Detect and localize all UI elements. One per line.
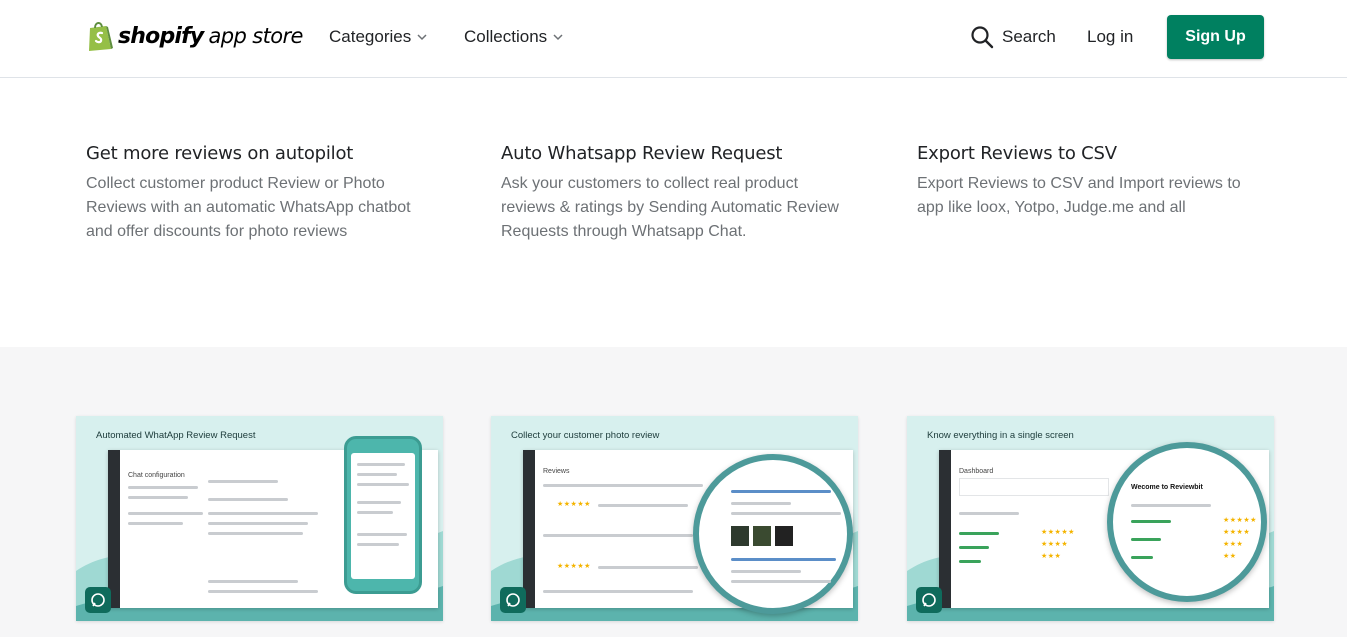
app-sidebar — [939, 450, 951, 608]
chevron-down-icon — [553, 33, 563, 40]
rating-stars: ★★★ — [1041, 553, 1062, 560]
placeholder-line — [208, 512, 318, 515]
nav-categories[interactable]: Categories — [329, 27, 427, 47]
placeholder-line — [208, 590, 318, 593]
login-link[interactable]: Log in — [1087, 27, 1133, 47]
placeholder-line — [543, 534, 693, 537]
rating-stars: ★★★★★ — [557, 501, 591, 508]
progress-bar — [1131, 556, 1153, 559]
chat-line — [357, 501, 401, 504]
search-label: Search — [1002, 27, 1056, 46]
progress-bar — [1131, 538, 1161, 541]
logo-subtitle: app store — [208, 24, 303, 48]
chat-line — [357, 473, 397, 476]
progress-bar — [959, 546, 989, 549]
feature-description: Collect customer product Review or Photo… — [86, 175, 411, 240]
zoom-magnifier: Wecome to Reviewbit ★★★★★ ★★★★ ★★★ ★★ — [1107, 442, 1267, 602]
site-header: shopify app store Categories Collections… — [0, 0, 1347, 78]
placeholder-line — [598, 566, 698, 569]
placeholder-line — [731, 580, 831, 583]
review-photo — [775, 526, 793, 546]
promo-banner — [959, 478, 1109, 496]
placeholder-line — [731, 512, 841, 515]
card-caption: Collect your customer photo review — [511, 430, 660, 441]
app-sidebar — [108, 450, 120, 608]
app-sidebar — [523, 450, 535, 608]
placeholder-line — [543, 590, 693, 593]
feature-export-csv: Export Reviews to CSV Export Reviews to … — [917, 143, 1267, 220]
logo-wordmark: shopify — [118, 23, 204, 49]
rating-stars: ★★★★ — [1041, 541, 1069, 548]
chat-line — [357, 533, 407, 536]
placeholder-line — [128, 512, 203, 515]
card-caption: Know everything in a single screen — [927, 430, 1074, 441]
gallery-screenshot-2[interactable]: Collect your customer photo review Revie… — [491, 416, 858, 621]
search-button[interactable]: Search — [970, 25, 1056, 49]
review-photos — [731, 526, 793, 546]
card-caption: Automated WhatApp Review Request — [96, 430, 256, 441]
placeholder-line — [731, 570, 801, 573]
signup-button[interactable]: Sign Up — [1167, 15, 1264, 59]
zoom-title: Wecome to Reviewbit — [1131, 484, 1203, 491]
chat-line — [357, 463, 405, 466]
chat-badge-icon — [916, 587, 942, 613]
nav-categories-label: Categories — [329, 27, 412, 46]
review-photo — [753, 526, 771, 546]
search-icon — [971, 26, 994, 49]
feature-autopilot: Get more reviews on autopilot Collect cu… — [86, 143, 436, 244]
placeholder-line — [731, 502, 791, 505]
placeholder-line — [208, 480, 278, 483]
chat-line — [357, 483, 409, 486]
chevron-down-icon — [417, 33, 427, 40]
chat-line — [357, 543, 399, 546]
placeholder-line — [208, 522, 308, 525]
feature-title: Auto Whatsapp Review Request — [501, 143, 783, 164]
gallery-screenshot-3[interactable]: Know everything in a single screen Dashb… — [907, 416, 1274, 621]
screen-title: Chat configuration — [128, 472, 185, 479]
chat-line — [357, 511, 393, 514]
phone-mockup — [344, 436, 422, 594]
rating-stars: ★★★★ — [1223, 529, 1251, 536]
rating-stars: ★★★★★ — [557, 563, 591, 570]
placeholder-line — [128, 522, 183, 525]
rating-stars: ★★ — [1223, 553, 1237, 560]
feature-title: Export Reviews to CSV — [917, 143, 1117, 164]
progress-bar — [959, 532, 999, 535]
placeholder-line — [128, 496, 188, 499]
zoom-link-line — [731, 558, 836, 561]
placeholder-line — [543, 484, 703, 487]
screen-title: Reviews — [543, 468, 570, 475]
feature-description: Ask your customers to collect real produ… — [501, 175, 839, 240]
zoom-link-line — [731, 490, 831, 493]
feature-title: Get more reviews on autopilot — [86, 143, 354, 164]
placeholder-line — [128, 486, 198, 489]
screen-title: Dashboard — [959, 468, 994, 475]
feature-whatsapp-request: Auto Whatsapp Review Request Ask your cu… — [501, 143, 851, 244]
placeholder-line — [208, 498, 288, 501]
rating-stars: ★★★★★ — [1223, 517, 1257, 524]
chat-badge-icon — [85, 587, 111, 613]
placeholder-line — [959, 512, 1019, 515]
placeholder-line — [208, 580, 298, 583]
nav-collections-label: Collections — [464, 27, 548, 46]
feature-description: Export Reviews to CSV and Import reviews… — [917, 175, 1241, 216]
review-photo — [731, 526, 749, 546]
phone-chat-screen — [351, 453, 415, 579]
progress-bar — [1131, 520, 1171, 523]
zoom-magnifier — [693, 454, 853, 614]
screenshot-gallery: Automated WhatApp Review Request Chat co… — [0, 347, 1347, 637]
gallery-screenshot-1[interactable]: Automated WhatApp Review Request Chat co… — [76, 416, 443, 621]
rating-stars: ★★★★★ — [1041, 529, 1075, 536]
rating-stars: ★★★ — [1223, 541, 1244, 548]
shopify-bag-icon — [89, 22, 113, 51]
placeholder-line — [208, 532, 303, 535]
placeholder-line — [598, 504, 688, 507]
nav-collections[interactable]: Collections — [464, 27, 563, 47]
placeholder-line — [1131, 504, 1211, 507]
chat-badge-icon — [500, 587, 526, 613]
shopify-app-store-logo[interactable]: shopify app store — [86, 18, 303, 54]
progress-bar — [959, 560, 981, 563]
